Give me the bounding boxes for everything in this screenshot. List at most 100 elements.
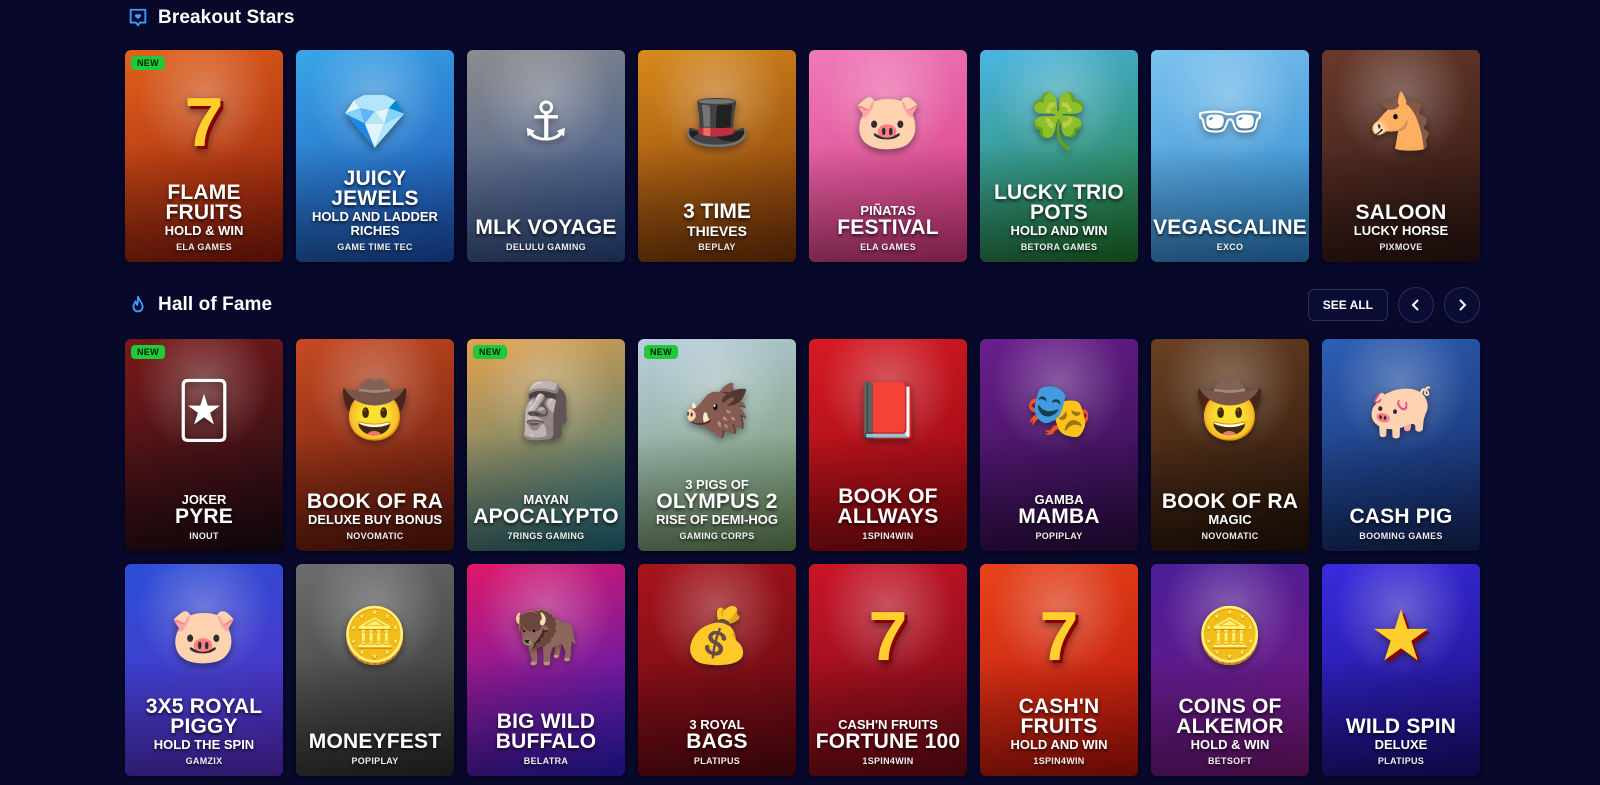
game-tile[interactable]: 7 NEW FLAME FRUITS HOLD & WIN ELA GAMES <box>125 50 283 262</box>
game-title: WILD SPIN DELUXE PLATIPUS <box>1326 715 1476 766</box>
game-title: 3 PIGS OF OLYMPUS 2 RISE OF DEMI-HOG GAMING… <box>642 478 792 542</box>
game-provider: POPIPLAY <box>1035 531 1083 541</box>
game-tile[interactable]: 💎 JUICY JEWELS HOLD AND LADDER RICHES GAME … <box>296 50 454 262</box>
game-title: MAYAN APOCALYPTO 7RINGS GAMING <box>471 493 621 542</box>
game-tile[interactable]: 🐷 3X5 ROYAL PIGGY HOLD THE SPIN GAMZIX <box>125 564 283 776</box>
game-title: MONEYFEST POPIPLAY <box>300 731 450 766</box>
game-provider: POPIPLAY <box>351 756 399 766</box>
section-title: Hall of Fame <box>158 294 273 315</box>
game-title-main: OLYMPUS 2 <box>656 490 778 513</box>
game-title: 3 TIME THIEVES BEPLAY <box>642 200 792 253</box>
game-title-main: WILD SPIN <box>1345 715 1457 738</box>
see-all-button[interactable]: SEE ALL <box>1307 289 1388 321</box>
game-tile[interactable]: 🍀 LUCKY TRIO POTS HOLD AND WIN BETORA GAMES <box>980 50 1138 262</box>
game-tile[interactable]: 🗿 NEW MAYAN APOCALYPTO 7RINGS GAMING <box>467 339 625 551</box>
game-title: VEGASCALINE EXCO <box>1153 217 1307 252</box>
game-tile[interactable]: 🃏 NEW JOKER PYRE INOUT <box>125 339 283 551</box>
game-title: LUCKY TRIO POTS HOLD AND WIN BETORA GAMES <box>984 182 1134 252</box>
chevron-right-icon <box>1459 299 1467 311</box>
game-title: BOOK OF RA DELUXE BUY BONUS NOVOMATIC <box>300 490 450 541</box>
flame-icon <box>126 293 150 317</box>
game-tile[interactable]: 🐷 PIÑATAS FESTIVAL ELA GAMES <box>809 50 967 262</box>
game-title-main: MLK VOYAGE <box>475 216 617 239</box>
game-tile[interactable]: 🪙 MONEYFEST POPIPLAY <box>296 564 454 776</box>
game-subtitle: THIEVES <box>687 223 747 239</box>
game-title-main: FESTIVAL <box>837 216 939 239</box>
game-provider: PIXMOVE <box>1379 242 1423 252</box>
game-title-main: BOOK OF RA <box>1161 490 1299 513</box>
game-provider: NOVOMATIC <box>346 531 404 541</box>
game-title-main: MAMBA <box>1018 505 1100 528</box>
game-tile[interactable]: 🐗 NEW 3 PIGS OF OLYMPUS 2 RISE OF DEMI-HOG GA… <box>638 339 796 551</box>
game-title: PIÑATAS FESTIVAL ELA GAMES <box>813 204 963 253</box>
game-subtitle: HOLD AND LADDER RICHES <box>312 209 438 238</box>
game-tile[interactable]: 🎩 3 TIME THIEVES BEPLAY <box>638 50 796 262</box>
new-badge: NEW <box>131 345 165 359</box>
game-provider: PLATIPUS <box>693 756 741 766</box>
new-badge: NEW <box>131 56 165 70</box>
game-title: SALOON LUCKY HORSE PIXMOVE <box>1326 202 1476 252</box>
game-title-main: FLAME FRUITS <box>165 181 243 224</box>
game-title-main: JUICY JEWELS <box>331 167 419 210</box>
section-title: Breakout Stars <box>158 7 295 28</box>
game-tile[interactable]: 🤠 BOOK OF RA DELUXE BUY BONUS NOVOMATIC <box>296 339 454 551</box>
game-title: 3X5 ROYAL PIGGY HOLD THE SPIN GAMZIX <box>129 695 279 766</box>
game-title: 3 ROYAL BAGS PLATIPUS <box>642 718 792 767</box>
game-tile[interactable]: 🤠 BOOK OF RA MAGIC NOVOMATIC <box>1151 339 1309 551</box>
game-title-main: BAGS <box>686 730 748 753</box>
game-tile[interactable]: 💰 3 ROYAL BAGS PLATIPUS <box>638 564 796 776</box>
game-provider: 1SPIN4WIN <box>862 531 914 541</box>
game-tile[interactable]: 🐖 CASH PIG BOOMING GAMES <box>1322 339 1480 551</box>
game-title: BOOK OF ALLWAYS 1SPIN4WIN <box>813 485 963 541</box>
game-subtitle: DELUXE BUY BONUS <box>307 512 443 527</box>
game-tile[interactable]: ★ WILD SPIN DELUXE PLATIPUS <box>1322 564 1480 776</box>
game-title-main: APOCALYPTO <box>473 505 619 528</box>
game-title: CASH'N FRUITS HOLD AND WIN 1SPIN4WIN <box>984 695 1134 766</box>
game-title: COINS OF ALKEMOR HOLD & WIN BETSOFT <box>1155 696 1305 766</box>
game-subtitle: HOLD & WIN <box>164 223 244 238</box>
carousel-next-button[interactable] <box>1444 287 1480 323</box>
game-title: GAMBA MAMBA POPIPLAY <box>984 493 1134 542</box>
game-subtitle: HOLD AND WIN <box>1010 223 1108 238</box>
game-subtitle: HOLD THE SPIN <box>153 737 255 752</box>
game-tile[interactable]: 📕 BOOK OF ALLWAYS 1SPIN4WIN <box>809 339 967 551</box>
game-provider: BETORA GAMES <box>1020 242 1098 252</box>
game-subtitle: HOLD AND WIN <box>1010 737 1108 752</box>
game-provider: 7RINGS GAMING <box>507 531 585 541</box>
game-title-main: BOOK OF ALLWAYS <box>837 485 939 528</box>
game-title: MLK VOYAGE DELULU GAMING <box>471 216 621 252</box>
game-title-main: BIG WILD BUFFALO <box>495 710 597 753</box>
game-provider: BEPLAY <box>698 242 736 252</box>
game-provider: PLATIPUS <box>1377 756 1425 766</box>
game-title-main: CASH'N FRUITS <box>1018 695 1100 738</box>
game-tile[interactable]: 🎭 GAMBA MAMBA POPIPLAY <box>980 339 1138 551</box>
game-tile[interactable]: 7 CASH'N FRUITS HOLD AND WIN 1SPIN4WIN <box>980 564 1138 776</box>
game-tile[interactable]: 🪙 COINS OF ALKEMOR HOLD & WIN BETSOFT <box>1151 564 1309 776</box>
game-tile[interactable]: 🐴 SALOON LUCKY HORSE PIXMOVE <box>1322 50 1480 262</box>
game-title-main: 3X5 ROYAL PIGGY <box>145 695 263 738</box>
game-title: JOKER PYRE INOUT <box>129 493 279 542</box>
game-provider: BOOMING GAMES <box>1359 531 1443 541</box>
game-row-hall-of-fame-1: 🃏 NEW JOKER PYRE INOUT 🤠 BOOK OF RA DELUXE BUY … <box>125 339 1480 551</box>
game-title-prefix: 3 TIME <box>683 200 751 223</box>
section-header-breakout-stars: Breakout Stars <box>126 2 1480 34</box>
game-tile[interactable]: 🦬 BIG WILD BUFFALO BELATRA <box>467 564 625 776</box>
game-provider: BETSOFT <box>1207 756 1253 766</box>
game-subtitle: RISE OF DEMI-HOG <box>655 512 779 527</box>
game-title: CASH'N FRUITS FORTUNE 100 1SPIN4WIN <box>813 718 963 767</box>
game-tile[interactable]: 🕶 VEGASCALINE EXCO <box>1151 50 1309 262</box>
game-title: BOOK OF RA MAGIC NOVOMATIC <box>1155 490 1305 541</box>
game-row-hall-of-fame-2: 🐷 3X5 ROYAL PIGGY HOLD THE SPIN GAMZIX 🪙 MONE… <box>125 564 1480 776</box>
game-subtitle: LUCKY HORSE <box>1353 223 1449 238</box>
game-tile[interactable]: 7 CASH'N FRUITS FORTUNE 100 1SPIN4WIN <box>809 564 967 776</box>
game-provider: GAMING CORPS <box>679 531 755 541</box>
heart-badge-icon <box>126 6 150 30</box>
game-title-main: BOOK OF RA <box>306 490 444 513</box>
game-tile[interactable]: ⚓ MLK VOYAGE DELULU GAMING <box>467 50 625 262</box>
carousel-prev-button[interactable] <box>1398 287 1434 323</box>
game-row-breakout-stars: 7 NEW FLAME FRUITS HOLD & WIN ELA GAMES 💎 JUIC… <box>125 50 1480 262</box>
game-provider: 1SPIN4WIN <box>862 756 914 766</box>
game-provider: GAME TIME TEC <box>337 242 413 252</box>
new-badge: NEW <box>473 345 507 359</box>
game-title: FLAME FRUITS HOLD & WIN ELA GAMES <box>129 181 279 252</box>
